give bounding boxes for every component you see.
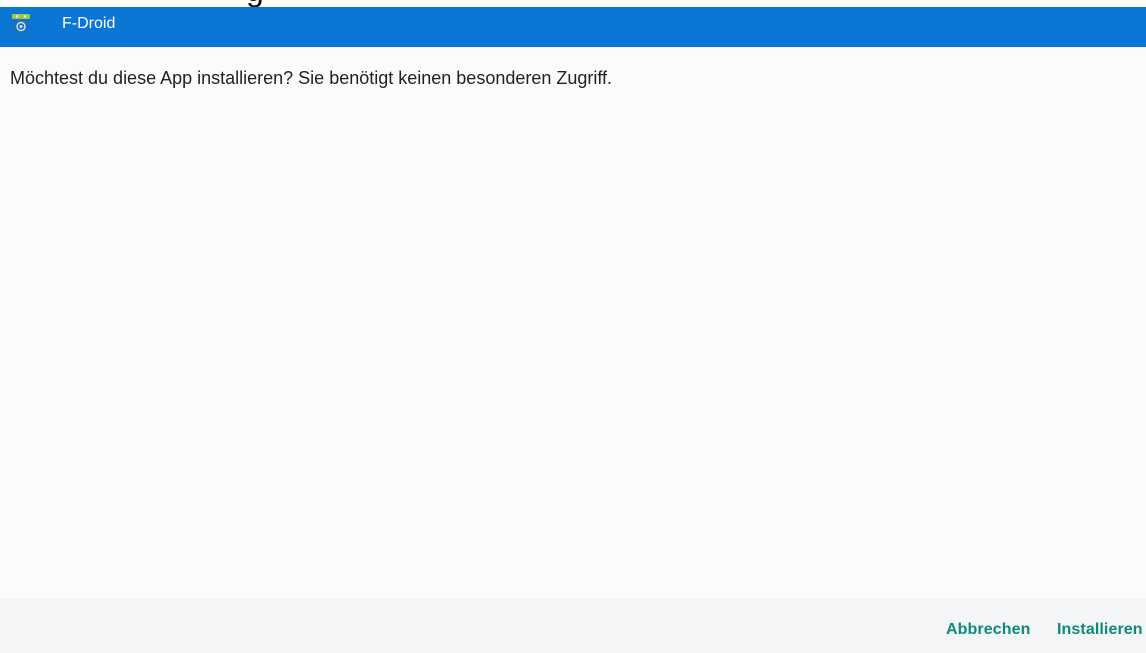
- f-droid-app-icon: [12, 14, 30, 33]
- cancel-button[interactable]: Abbrechen: [946, 621, 1030, 639]
- install-button[interactable]: Installieren: [1057, 621, 1143, 639]
- dialog-button-bar: Abbrechen Installieren: [0, 599, 1146, 653]
- install-prompt-message: Möchtest du diese App installieren? Sie …: [10, 68, 613, 88]
- app-title: F-Droid: [62, 15, 116, 32]
- dialog-content: Möchtest du diese App installieren? Sie …: [0, 47, 1146, 599]
- cropped-glyph: g: [246, 0, 264, 6]
- top-cropped-area: g: [0, 0, 1146, 7]
- install-dialog-screen: g F-Droid Möchtest du diese App installi…: [0, 0, 1146, 653]
- title-bar: F-Droid: [0, 7, 1146, 47]
